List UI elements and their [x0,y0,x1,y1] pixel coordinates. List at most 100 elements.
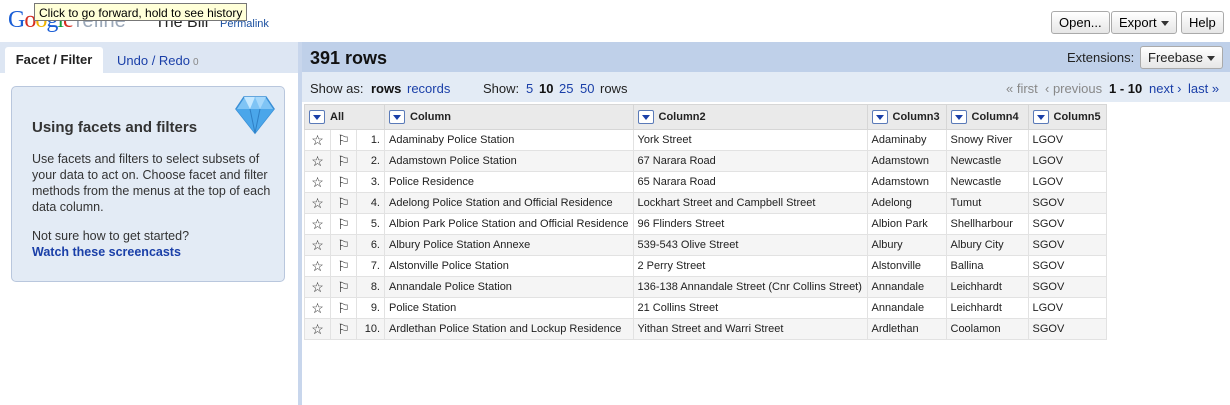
column-menu-icon[interactable] [309,110,325,124]
cell-column3[interactable]: Alstonville [866,255,947,277]
cell-column[interactable]: Adamstown Police Station [384,150,634,172]
cell-column3[interactable]: Annandale [866,297,947,319]
chevron-down-icon [1206,56,1215,62]
cell-column4[interactable]: Leichhardt [945,297,1029,319]
cell-column[interactable]: Albion Park Police Station and Official … [384,213,634,235]
cell-column[interactable]: Police Station [384,297,634,319]
flag-icon[interactable]: ⚐ [330,129,357,151]
cell-column3[interactable]: Ardlethan [866,318,947,340]
cell-column3[interactable]: Adamstown [866,171,947,193]
cell-column2[interactable]: York Street [632,129,868,151]
cell-column2[interactable]: Lockhart Street and Campbell Street [632,192,868,214]
cell-column[interactable]: Ardlethan Police Station and Lockup Resi… [384,318,634,340]
star-icon[interactable]: ☆ [304,129,331,151]
cell-column4[interactable]: Leichhardt [945,276,1029,298]
view-rows-option[interactable]: rows [371,81,401,96]
column-menu-icon[interactable] [1032,110,1049,124]
cell-column4[interactable]: Newcastle [945,150,1029,172]
cell-column3[interactable]: Annandale [866,276,947,298]
export-button[interactable]: Export [1111,11,1177,34]
star-icon[interactable]: ☆ [304,255,331,277]
cell-column5[interactable]: SGOV [1027,213,1107,235]
cell-column2[interactable]: 96 Flinders Street [632,213,868,235]
cell-column2[interactable]: 136-138 Annandale Street (Cnr Collins St… [632,276,868,298]
flag-icon[interactable]: ⚐ [330,234,357,256]
star-icon[interactable]: ☆ [304,297,331,319]
column-menu-icon[interactable] [389,110,405,124]
cell-column[interactable]: Adaminaby Police Station [384,129,634,151]
page-size-50[interactable]: 50 [580,81,594,96]
cell-column5[interactable]: SGOV [1027,192,1107,214]
cell-column5[interactable]: SGOV [1027,318,1107,340]
column-header-column[interactable]: Column [384,104,634,130]
cell-column4[interactable]: Ballina [945,255,1029,277]
star-icon[interactable]: ☆ [304,276,331,298]
next-page-link[interactable]: next › [1149,81,1182,96]
column-header-column3[interactable]: Column3 [866,104,947,130]
column-header-column2[interactable]: Column2 [632,104,868,130]
cell-column3[interactable]: Adelong [866,192,947,214]
flag-icon[interactable]: ⚐ [330,276,357,298]
cell-column2[interactable]: 21 Collins Street [632,297,868,319]
cell-column4[interactable]: Snowy River [945,129,1029,151]
flag-icon[interactable]: ⚐ [330,213,357,235]
star-icon[interactable]: ☆ [304,171,331,193]
cell-column5[interactable]: SGOV [1027,234,1107,256]
cell-column4[interactable]: Albury City [945,234,1029,256]
cell-column5[interactable]: LGOV [1027,171,1107,193]
column-menu-icon[interactable] [950,110,967,124]
first-page-link[interactable]: « first [1006,81,1038,96]
tab-facet-filter[interactable]: Facet / Filter [5,47,103,73]
flag-icon[interactable]: ⚐ [330,255,357,277]
cell-column5[interactable]: LGOV [1027,129,1107,151]
cell-column2[interactable]: 539-543 Olive Street [632,234,868,256]
cell-column4[interactable]: Coolamon [945,318,1029,340]
cell-column3[interactable]: Adaminaby [866,129,947,151]
cell-column4[interactable]: Shellharbour [945,213,1029,235]
cell-column2[interactable]: 67 Narara Road [632,150,868,172]
cell-column5[interactable]: LGOV [1027,297,1107,319]
page-size-25[interactable]: 25 [559,81,573,96]
column-header-column4[interactable]: Column4 [945,104,1029,130]
star-icon[interactable]: ☆ [304,234,331,256]
column-header-all[interactable]: All [304,104,385,130]
star-icon[interactable]: ☆ [304,318,331,340]
star-icon[interactable]: ☆ [304,150,331,172]
cell-column[interactable]: Police Residence [384,171,634,193]
star-icon[interactable]: ☆ [304,213,331,235]
help-button[interactable]: Help [1181,11,1224,34]
cell-column3[interactable]: Albury [866,234,947,256]
column-menu-icon[interactable] [637,110,654,124]
open-button[interactable]: Open... [1051,11,1110,34]
previous-page-link[interactable]: ‹ previous [1045,81,1102,96]
cell-column[interactable]: Annandale Police Station [384,276,634,298]
extensions-freebase-button[interactable]: Freebase [1140,46,1223,69]
column-menu-icon[interactable] [871,110,888,124]
flag-icon[interactable]: ⚐ [330,171,357,193]
cell-column[interactable]: Adelong Police Station and Official Resi… [384,192,634,214]
cell-column[interactable]: Albury Police Station Annexe [384,234,634,256]
cell-column3[interactable]: Albion Park [866,213,947,235]
cell-column5[interactable]: SGOV [1027,276,1107,298]
tab-undo-redo[interactable]: Undo / Redo 0 [117,53,199,68]
page-size-10[interactable]: 10 [539,81,553,96]
page-size-5[interactable]: 5 [526,81,533,96]
cell-column5[interactable]: LGOV [1027,150,1107,172]
flag-icon[interactable]: ⚐ [330,150,357,172]
cell-column4[interactable]: Tumut [945,192,1029,214]
flag-icon[interactable]: ⚐ [330,297,357,319]
cell-column2[interactable]: Yithan Street and Warri Street [632,318,868,340]
cell-column5[interactable]: SGOV [1027,255,1107,277]
last-page-link[interactable]: last » [1188,81,1219,96]
flag-icon[interactable]: ⚐ [330,192,357,214]
flag-icon[interactable]: ⚐ [330,318,357,340]
column-header-column5[interactable]: Column5 [1027,104,1107,130]
cell-column2[interactable]: 2 Perry Street [632,255,868,277]
cell-column2[interactable]: 65 Narara Road [632,171,868,193]
screencasts-link[interactable]: Watch these screencasts [32,245,181,259]
view-records-option[interactable]: records [407,81,450,96]
cell-column[interactable]: Alstonville Police Station [384,255,634,277]
cell-column4[interactable]: Newcastle [945,171,1029,193]
cell-column3[interactable]: Adamstown [866,150,947,172]
star-icon[interactable]: ☆ [304,192,331,214]
